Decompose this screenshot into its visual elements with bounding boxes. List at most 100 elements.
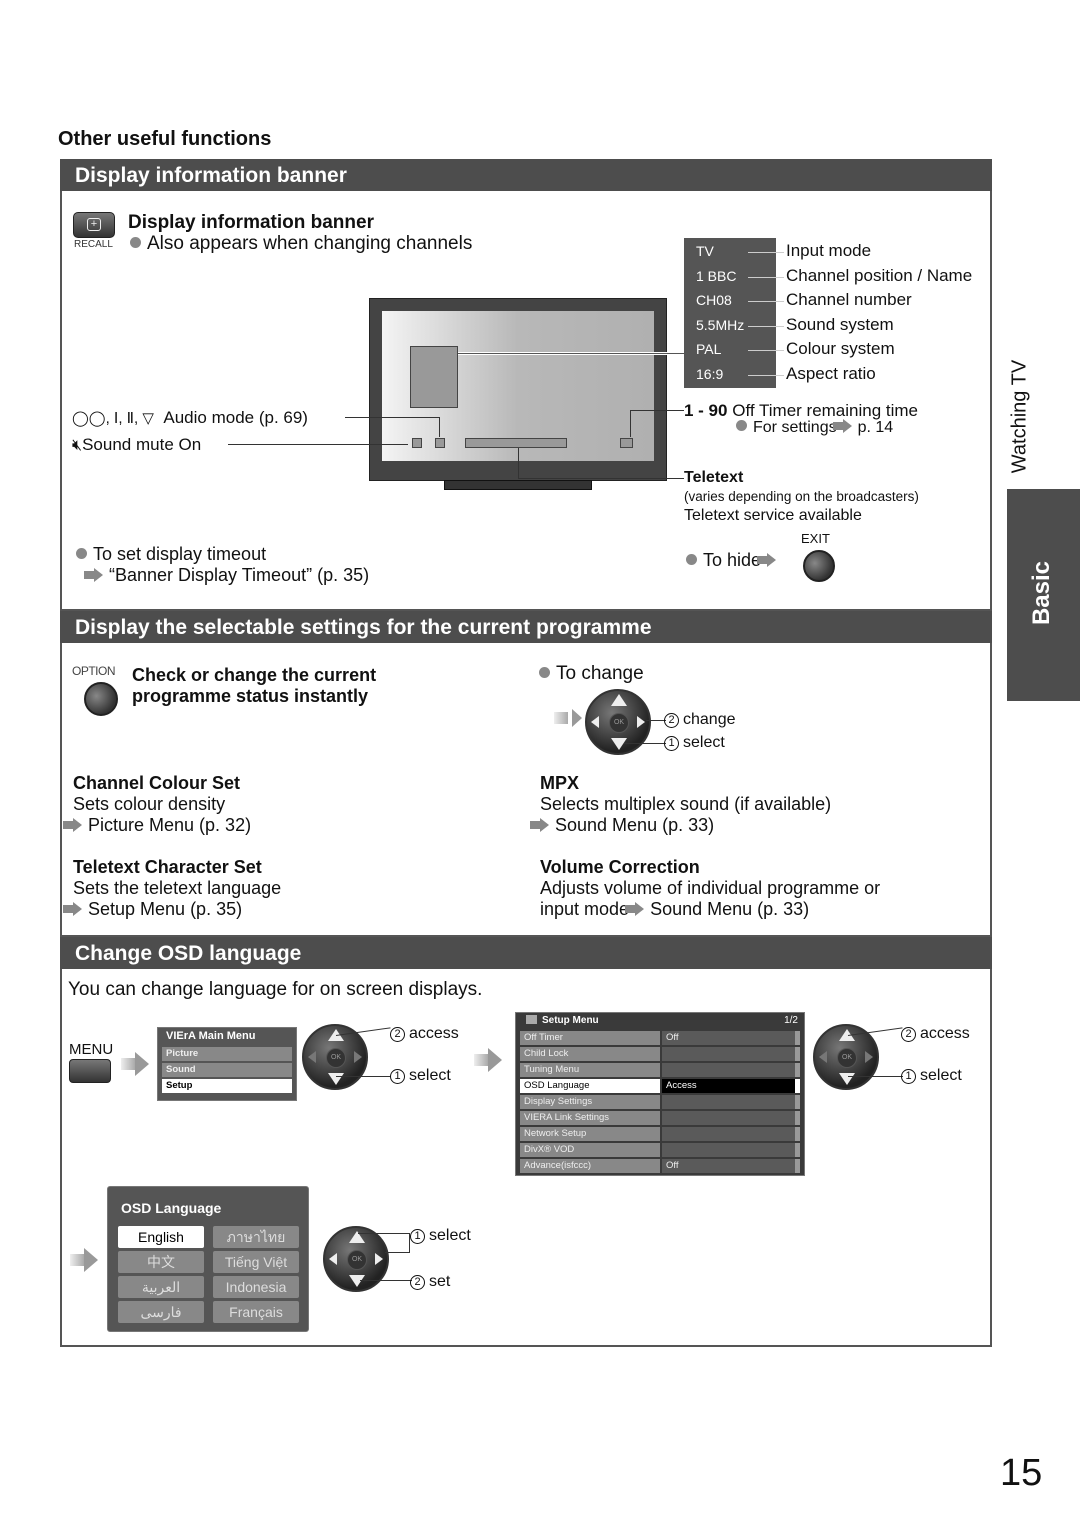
option-item-channel-colour: Channel Colour Set Sets colour density P… xyxy=(63,773,252,835)
step-select: 1 select xyxy=(664,734,725,752)
exit-button[interactable] xyxy=(803,550,835,582)
banner-item-label: Sound system xyxy=(786,314,894,334)
language-option[interactable]: فارسى xyxy=(118,1301,204,1323)
recall-label: RECALL xyxy=(74,239,113,250)
screen-audio-box xyxy=(435,438,445,448)
side-tab-section: Watching TV xyxy=(1008,359,1031,474)
menu-label: MENU xyxy=(69,1041,114,1058)
setup-row-label: VIERA Link Settings xyxy=(520,1111,660,1125)
option-button[interactable] xyxy=(84,682,118,716)
osd-intro: You can change language for on screen di… xyxy=(68,979,483,1000)
section-title-osd: Change OSD language xyxy=(60,937,992,969)
mute-icon: 🔇︎ xyxy=(72,437,83,454)
setup-row-value: Off xyxy=(662,1031,800,1045)
page-subheading: Other useful functions xyxy=(58,128,272,150)
screen-banner-box xyxy=(410,346,458,408)
dpad-option[interactable]: OK xyxy=(585,689,651,755)
screen-timer-box xyxy=(620,438,633,448)
teletext-desc: Teletext service available xyxy=(684,507,862,524)
language-option[interactable]: ภาษาไทย xyxy=(213,1226,299,1248)
banner-item-label: Input mode xyxy=(786,241,872,260)
timeout-label: To set display timeout xyxy=(76,544,266,565)
setup-row-value: Off xyxy=(662,1159,800,1173)
setup-row-label: Network Setup xyxy=(520,1127,660,1141)
section-title-display-banner: Display information banner xyxy=(60,159,992,191)
dpad-main-menu[interactable]: OK xyxy=(302,1024,368,1090)
banner-heading: Display information banner xyxy=(128,212,374,233)
setup-menu-row[interactable]: DivX® VOD xyxy=(520,1143,800,1157)
option-heading-1: Check or change the current xyxy=(132,665,377,685)
step-select-1: 1 select xyxy=(390,1067,451,1085)
option-heading-2: programme status instantly xyxy=(132,686,369,706)
to-change-label: To change xyxy=(539,663,644,685)
main-menu-item[interactable]: Picture xyxy=(162,1047,292,1061)
step-select-3: 1 select xyxy=(410,1227,471,1245)
option-label: OPTION xyxy=(72,664,116,678)
setup-menu-row[interactable]: Network Setup xyxy=(520,1127,800,1141)
step-access-2: 2 access xyxy=(901,1025,970,1043)
main-menu-item[interactable]: Sound xyxy=(162,1063,292,1077)
banner-value: PAL xyxy=(696,341,722,357)
setup-row-label: Child Lock xyxy=(520,1047,660,1061)
setup-row-value xyxy=(662,1063,800,1077)
banner-item-label: Aspect ratio xyxy=(786,363,876,383)
page-number: 15 xyxy=(1000,1452,1043,1494)
option-item-mpx: MPX Selects multiplex sound (if availabl… xyxy=(530,773,832,835)
setup-row-label: Display Settings xyxy=(520,1095,660,1109)
setup-menu-row[interactable]: OSD Language Access xyxy=(520,1079,800,1093)
arrow-icon xyxy=(625,902,645,916)
banner-value: 5.5MHz xyxy=(696,316,745,333)
arrow-icon xyxy=(63,902,82,916)
side-tab-chapter: Basic xyxy=(1007,489,1080,701)
setup-menu-row[interactable]: VIERA Link Settings xyxy=(520,1111,800,1125)
setup-menu-row[interactable]: Advance(isfccc) Off xyxy=(520,1159,800,1173)
bullet-icon xyxy=(130,237,141,248)
language-option[interactable]: Indonesia xyxy=(213,1276,299,1298)
recall-icon: + xyxy=(87,218,101,231)
main-menu-item[interactable]: Setup xyxy=(162,1079,292,1093)
step-change: 2 change xyxy=(664,711,736,729)
setup-menu-row[interactable]: Off Timer Off xyxy=(520,1031,800,1045)
option-item-teletext-charset: Teletext Character Set Sets the teletext… xyxy=(63,857,282,919)
arrow-icon xyxy=(530,818,549,832)
setup-menu-row[interactable]: Display Settings xyxy=(520,1095,800,1109)
banner-item-label: Channel number xyxy=(786,290,912,309)
setup-menu-row[interactable]: Tuning Menu xyxy=(520,1063,800,1077)
language-option[interactable]: English xyxy=(118,1226,204,1248)
setup-menu-osd: Setup Menu 1/2 Off Timer Off Child Lock Tun… xyxy=(515,1012,805,1176)
arrow-icon xyxy=(63,818,82,832)
banner-note: Also appears when changing channels xyxy=(130,233,472,255)
setup-row-value xyxy=(662,1111,800,1125)
banner-value: 1 BBC xyxy=(696,267,737,284)
dpad-language[interactable]: OK xyxy=(323,1226,389,1292)
setup-row-value xyxy=(662,1143,800,1157)
exit-label: EXIT xyxy=(801,531,830,546)
teletext-heading: Teletext xyxy=(684,469,744,486)
menu-button[interactable] xyxy=(69,1059,111,1083)
setup-row-label: OSD Language xyxy=(520,1079,660,1093)
audio-mode-label: ◯◯, Ⅰ, Ⅱ, ▽ Audio mode (p. 69) xyxy=(72,408,308,427)
tv-screen xyxy=(382,311,654,461)
setup-menu-row[interactable]: Child Lock xyxy=(520,1047,800,1061)
setup-row-value xyxy=(662,1127,800,1141)
teletext-note: (varies depending on the broadcasters) xyxy=(684,489,919,504)
recall-button[interactable]: + xyxy=(73,212,115,238)
option-item-volume-correction: Volume Correction Adjusts volume of indi… xyxy=(540,857,881,919)
off-timer-label: 1 - 90 Off Timer remaining time xyxy=(684,401,919,420)
language-option[interactable]: Français xyxy=(213,1301,299,1323)
step-access-1: 2 access xyxy=(390,1025,459,1043)
tv-stand xyxy=(444,480,592,490)
banner-item-label: Colour system xyxy=(786,339,895,358)
language-menu-title: OSD Language xyxy=(121,1200,222,1216)
audio-mode-icons: ◯◯, Ⅰ, Ⅱ, ▽ xyxy=(72,410,154,427)
section-title-option: Display the selectable settings for the … xyxy=(60,611,992,643)
setup-menu-page: 1/2 xyxy=(784,1015,798,1026)
mute-label: 🔇︎Sound mute On xyxy=(72,435,202,454)
language-option[interactable]: العربية xyxy=(118,1276,204,1298)
banner-value: TV xyxy=(696,243,714,259)
language-option[interactable]: Tiếng Việt xyxy=(213,1251,299,1273)
step-select-2: 1 select xyxy=(901,1067,962,1085)
dpad-setup-menu[interactable]: OK xyxy=(813,1024,879,1090)
language-menu-osd: OSD Language English ภาษาไทย 中文 Tiếng Việt ا… xyxy=(107,1186,309,1332)
language-option[interactable]: 中文 xyxy=(118,1251,204,1273)
